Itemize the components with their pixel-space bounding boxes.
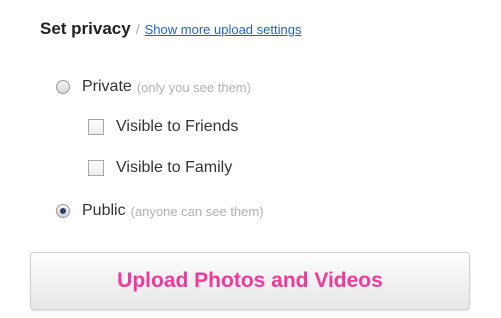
friends-label: Visible to Friends (116, 118, 239, 135)
public-hint: (anyone can see them) (130, 203, 264, 219)
private-hint: (only you see them) (136, 79, 251, 95)
header-separator: / (135, 21, 140, 37)
show-more-settings-link[interactable]: Show more upload settings (145, 22, 302, 37)
section-title: Set privacy (40, 19, 131, 38)
privacy-option-private[interactable]: Private (only you see them) (56, 76, 251, 98)
public-label: Public (82, 202, 126, 219)
upload-photos-videos-button[interactable]: Upload Photos and Videos (30, 252, 470, 310)
privacy-option-public[interactable]: Public (anyone can see them) (56, 200, 264, 222)
private-label: Private (82, 78, 132, 95)
family-label: Visible to Family (116, 159, 233, 176)
visible-to-friends-option[interactable]: Visible to Friends (88, 116, 238, 138)
family-checkbox[interactable] (88, 160, 104, 176)
privacy-header: Set privacy / Show more upload settings (40, 19, 301, 43)
private-radio[interactable] (56, 80, 70, 94)
visible-to-family-option[interactable]: Visible to Family (88, 157, 232, 179)
friends-checkbox[interactable] (88, 119, 104, 135)
public-radio[interactable] (56, 204, 70, 218)
